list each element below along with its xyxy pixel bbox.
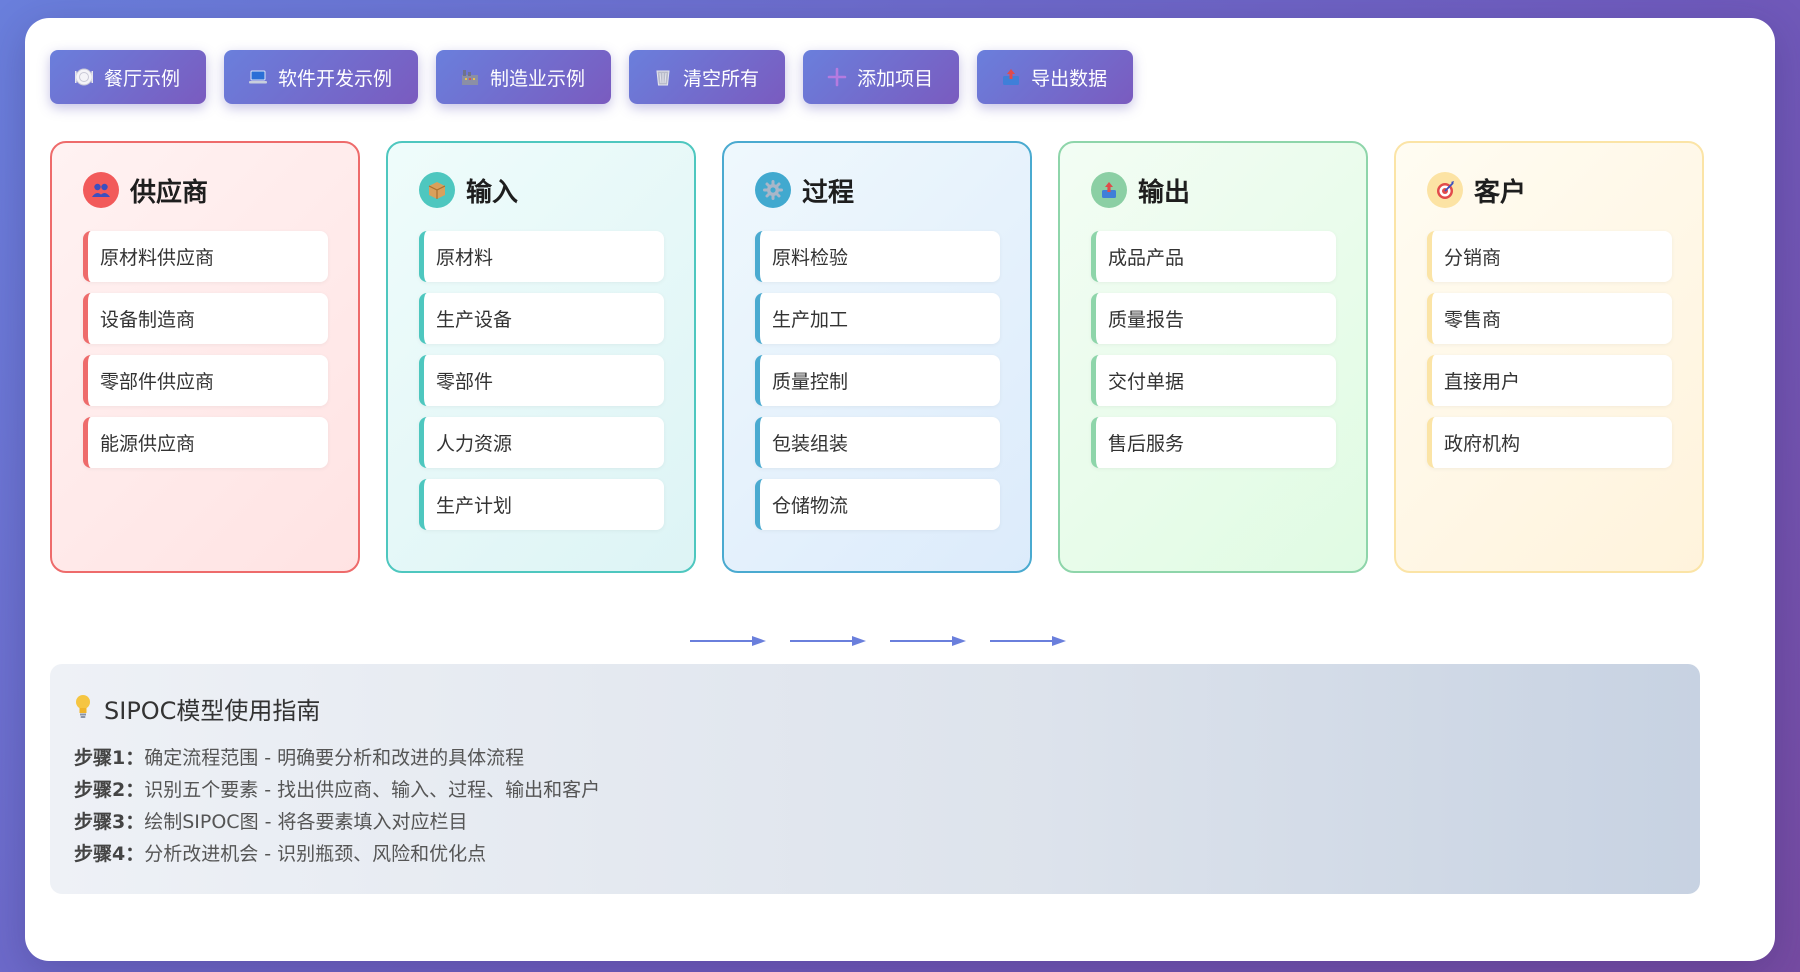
outputs-column: 输出 成品产品 质量报告 交付单据 售后服务: [1058, 141, 1368, 573]
list-item[interactable]: 能源供应商: [83, 417, 328, 468]
outputs-title: 输出: [1138, 177, 1191, 208]
plate-icon: [74, 67, 94, 87]
guide-header: SIPOC模型使用指南: [74, 692, 1676, 725]
add-item-label: 添加项目: [857, 67, 934, 90]
guide-step: 步骤2：识别五个要素 - 找出供应商、输入、过程、输出和客户: [74, 774, 1676, 806]
list-item[interactable]: 原料检验: [755, 231, 1000, 282]
step-label: 步骤3：: [74, 811, 145, 833]
suppliers-header: 供应商: [83, 171, 328, 209]
customers-title: 客户: [1474, 177, 1527, 208]
flow-arrow-icon: [990, 636, 1066, 646]
flow-arrow-icon: [790, 636, 866, 646]
export-data-label: 导出数据: [1031, 67, 1108, 90]
target-icon: [1427, 172, 1463, 208]
list-item[interactable]: 政府机构: [1427, 417, 1672, 468]
step-text: 识别五个要素 - 找出供应商、输入、过程、输出和客户: [144, 779, 601, 801]
list-item[interactable]: 生产加工: [755, 293, 1000, 344]
list-item[interactable]: 售后服务: [1091, 417, 1336, 468]
list-item[interactable]: 零部件: [419, 355, 664, 406]
list-item[interactable]: 质量控制: [755, 355, 1000, 406]
process-title: 过程: [802, 177, 855, 208]
flow-arrow-icon: [890, 636, 966, 646]
clear-all-label: 清空所有: [683, 67, 760, 90]
sipoc-columns: 供应商 原材料供应商 设备制造商 零部件供应商 能源供应商 输入 原材料 生产设…: [50, 141, 1704, 573]
factory-icon: [460, 67, 480, 87]
suppliers-title: 供应商: [130, 177, 209, 208]
inputs-header: 输入: [419, 171, 664, 209]
list-item[interactable]: 分销商: [1427, 231, 1672, 282]
suppliers-list: 原材料供应商 设备制造商 零部件供应商 能源供应商: [83, 231, 328, 468]
step-text: 分析改进机会 - 识别瓶颈、风险和优化点: [144, 843, 487, 865]
list-item[interactable]: 包装组装: [755, 417, 1000, 468]
list-item[interactable]: 仓储物流: [755, 479, 1000, 530]
suppliers-column: 供应商 原材料供应商 设备制造商 零部件供应商 能源供应商: [50, 141, 360, 573]
box-icon: [419, 172, 455, 208]
restaurant-example-button[interactable]: 餐厅示例: [50, 50, 207, 104]
step-label: 步骤2：: [74, 779, 145, 801]
flow-arrows: [690, 633, 1066, 649]
software-example-button[interactable]: 软件开发示例: [224, 50, 419, 104]
plus-icon: [827, 67, 847, 87]
step-text: 绘制SIPOC图 - 将各要素填入对应栏目: [144, 811, 468, 833]
add-item-button[interactable]: 添加项目: [803, 50, 960, 104]
step-label: 步骤4：: [74, 843, 145, 865]
guide-step: 步骤1：确定流程范围 - 明确要分析和改进的具体流程: [74, 742, 1676, 774]
trash-icon: [653, 67, 673, 87]
list-item[interactable]: 交付单据: [1091, 355, 1336, 406]
list-item[interactable]: 质量报告: [1091, 293, 1336, 344]
gear-icon: [755, 172, 791, 208]
flow-arrow-icon: [690, 636, 766, 646]
lightbulb-icon: [74, 693, 92, 723]
software-example-label: 软件开发示例: [278, 67, 393, 90]
restaurant-example-label: 餐厅示例: [104, 67, 181, 90]
manufacturing-example-label: 制造业示例: [490, 67, 586, 90]
export-data-button[interactable]: 导出数据: [977, 50, 1134, 104]
clear-all-button[interactable]: 清空所有: [629, 50, 786, 104]
people-icon: [83, 172, 119, 208]
outputs-list: 成品产品 质量报告 交付单据 售后服务: [1091, 231, 1336, 468]
inputs-list: 原材料 生产设备 零部件 人力资源 生产计划: [419, 231, 664, 530]
list-item[interactable]: 直接用户: [1427, 355, 1672, 406]
customers-header: 客户: [1427, 171, 1672, 209]
outbox-icon: [1091, 172, 1127, 208]
process-column: 过程 原料检验 生产加工 质量控制 包装组装 仓储物流: [722, 141, 1032, 573]
guide-step: 步骤3：绘制SIPOC图 - 将各要素填入对应栏目: [74, 806, 1676, 838]
list-item[interactable]: 成品产品: [1091, 231, 1336, 282]
customers-list: 分销商 零售商 直接用户 政府机构: [1427, 231, 1672, 468]
process-header: 过程: [755, 171, 1000, 209]
step-text: 确定流程范围 - 明确要分析和改进的具体流程: [144, 747, 525, 769]
guide-title: SIPOC模型使用指南: [104, 696, 321, 725]
guide-step: 步骤4：分析改进机会 - 识别瓶颈、风险和优化点: [74, 838, 1676, 870]
list-item[interactable]: 原材料: [419, 231, 664, 282]
usage-guide-panel: SIPOC模型使用指南 步骤1：确定流程范围 - 明确要分析和改进的具体流程 步…: [50, 664, 1700, 894]
inputs-column: 输入 原材料 生产设备 零部件 人力资源 生产计划: [386, 141, 696, 573]
list-item[interactable]: 原材料供应商: [83, 231, 328, 282]
export-icon: [1001, 67, 1021, 87]
toolbar: 餐厅示例 软件开发示例 制造业示例 清空所有 添加项目 导出数据: [50, 50, 1134, 104]
list-item[interactable]: 人力资源: [419, 417, 664, 468]
customers-column: 客户 分销商 零售商 直接用户 政府机构: [1394, 141, 1704, 573]
process-list: 原料检验 生产加工 质量控制 包装组装 仓储物流: [755, 231, 1000, 530]
list-item[interactable]: 零售商: [1427, 293, 1672, 344]
inputs-title: 输入: [466, 177, 519, 208]
list-item[interactable]: 零部件供应商: [83, 355, 328, 406]
outputs-header: 输出: [1091, 171, 1336, 209]
list-item[interactable]: 生产计划: [419, 479, 664, 530]
laptop-icon: [248, 67, 268, 87]
list-item[interactable]: 设备制造商: [83, 293, 328, 344]
list-item[interactable]: 生产设备: [419, 293, 664, 344]
manufacturing-example-button[interactable]: 制造业示例: [436, 50, 612, 104]
step-label: 步骤1：: [74, 747, 145, 769]
